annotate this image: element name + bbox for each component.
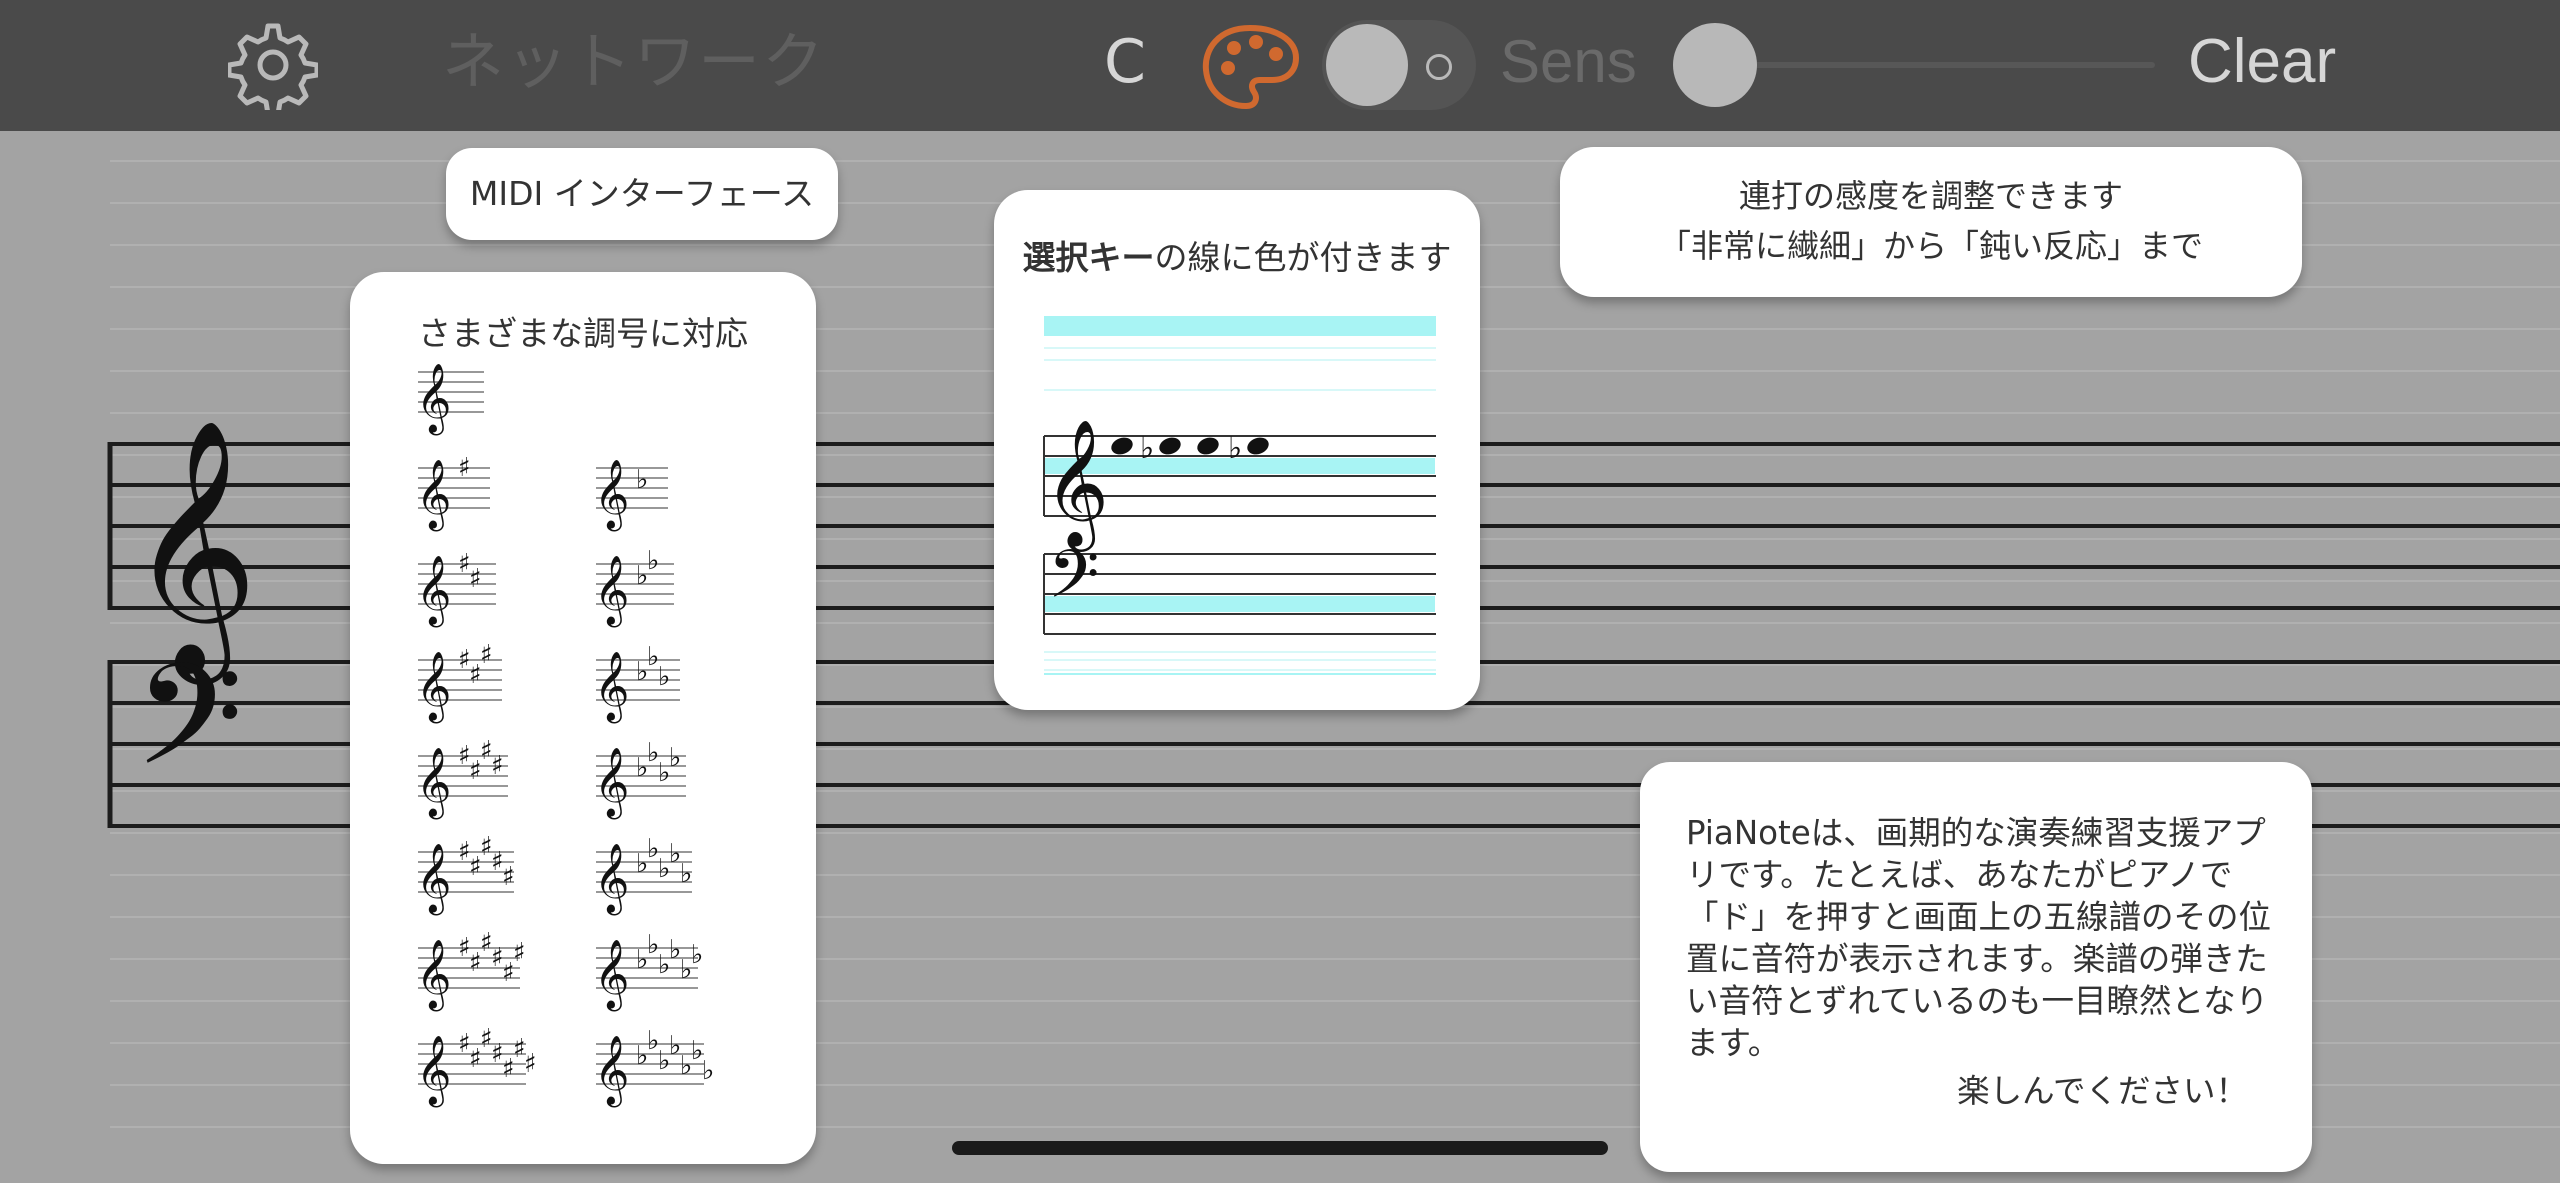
mini-treble-clef-icon: 𝄞 xyxy=(416,459,451,531)
sharp-icon: ♯ xyxy=(458,453,471,483)
clear-button[interactable]: Clear xyxy=(2188,24,2336,100)
info-callout-body: PiaNoteは、画期的な演奏練習支援アプリです。たとえば、あなたがピアノで「ド… xyxy=(1686,814,2272,1062)
treble-clef-icon: 𝄞 xyxy=(1044,418,1109,552)
flat-icon: ♭ xyxy=(1228,431,1242,466)
flat-icon: ♭ xyxy=(702,1056,714,1086)
note-head xyxy=(1111,437,1133,455)
sharp-icon: ♯ xyxy=(469,564,482,594)
bass-clef-icon: 𝄢 xyxy=(1048,536,1099,629)
sensitivity-slider-knob[interactable] xyxy=(1673,23,1757,107)
sharp-icon: ♯ xyxy=(524,1049,537,1079)
mini-treble-clef-icon: 𝄞 xyxy=(416,939,451,1011)
key-signature-grid: 𝄞𝄞 ♯𝄞 ♯♯𝄞 ♯♯♯𝄞 ♯♯♯♯𝄞 ♯♯♯♯♯𝄞 ♯♯♯♯♯♯𝄞 ♯♯♯♯♯♯♯𝄞 ♭𝄞 ♭… xyxy=(416,363,714,1107)
gear-icon[interactable] xyxy=(228,20,318,110)
flat-icon: ♭ xyxy=(680,859,692,889)
color-toggle[interactable] xyxy=(1322,20,1476,110)
flat-icon: ♭ xyxy=(636,465,648,495)
mini-treble-clef-icon: 𝄞 xyxy=(416,363,451,435)
colored-staff-example: 𝄞𝄢 ♭ ♭ xyxy=(1043,316,1436,675)
toggle-off-indicator xyxy=(1426,54,1452,80)
home-indicator[interactable] xyxy=(952,1141,1608,1155)
mini-treble-clef-icon: 𝄞 xyxy=(594,939,629,1011)
mini-treble-clef-icon: 𝄞 xyxy=(416,747,451,819)
highlighted-line xyxy=(1044,316,1436,336)
info-callout: PiaNoteは、画期的な演奏練習支援アプリです。たとえば、あなたがピアノで「ド… xyxy=(1640,762,2312,1172)
info-callout-closing: 楽しんでください！ xyxy=(1957,1072,2248,1110)
mini-treble-clef-icon: 𝄞 xyxy=(594,747,629,819)
palette-icon[interactable] xyxy=(1200,22,1302,112)
flat-icon: ♭ xyxy=(669,743,681,773)
sensitivity-callout-text: 連打の感度を調整できます 「非常に繊細」から「鈍い反応」まで xyxy=(1560,171,2302,271)
note-head xyxy=(1197,437,1219,455)
mini-treble-clef-icon: 𝄞 xyxy=(594,1035,629,1107)
top-toolbar: ネットワーク C Sens Clear xyxy=(0,0,2560,131)
mini-treble-clef-icon: 𝄞 xyxy=(594,555,629,627)
sensitivity-slider-track[interactable] xyxy=(1720,62,2155,68)
mini-treble-clef-icon: 𝄞 xyxy=(594,843,629,915)
sensitivity-line-2: 「非常に繊細」から「鈍い反応」まで xyxy=(1658,227,2203,265)
flat-icon: ♭ xyxy=(658,662,670,692)
key-select-button[interactable]: C xyxy=(1104,24,1146,100)
mini-treble-clef-icon: 𝄞 xyxy=(594,651,629,723)
color-callout: 選択キーの線に色が付きます 𝄞 𝄢 ♭ ♭ xyxy=(994,190,1480,710)
flat-icon: ♭ xyxy=(647,546,659,576)
sensitivity-callout: 連打の感度を調整できます 「非常に繊細」から「鈍い反応」まで xyxy=(1560,147,2302,297)
toggle-knob xyxy=(1326,24,1408,106)
sharp-icon: ♯ xyxy=(502,862,515,892)
mini-treble-clef-icon: 𝄞 xyxy=(594,459,629,531)
note-head xyxy=(1159,437,1181,455)
key-signatures-callout: さまざまな調号に対応 𝄞 𝄞 ♯ 𝄞 ♯ ♯ 𝄞 ♯ ♯ ♯ 𝄞 ♯ ♯ ♯ ♯ 𝄞 ♯ ♯ ♯ ♯ ♯ 𝄞 ♯ ♯ ♯ ♯ ♯ ♯ 𝄞… xyxy=(350,272,816,1164)
flat-icon: ♭ xyxy=(691,940,703,970)
flat-icon: ♭ xyxy=(1140,431,1154,466)
sens-label: Sens xyxy=(1500,28,1637,95)
sharp-icon: ♯ xyxy=(480,640,493,670)
network-button[interactable]: ネットワーク xyxy=(442,22,826,102)
sensitivity-line-1: 連打の感度を調整できます xyxy=(1738,177,2123,215)
mini-treble-clef-icon: 𝄞 xyxy=(416,843,451,915)
midi-callout: MIDI インターフェース xyxy=(446,148,838,240)
note-head xyxy=(1247,437,1269,455)
sharp-icon: ♯ xyxy=(513,938,526,968)
highlighted-line xyxy=(1045,596,1435,612)
bass-clef-icon: 𝄢 xyxy=(134,634,243,832)
midi-callout-text: MIDI インターフェース xyxy=(469,174,815,213)
mini-treble-clef-icon: 𝄞 xyxy=(416,651,451,723)
mini-treble-clef-icon: 𝄞 xyxy=(416,555,451,627)
sharp-icon: ♯ xyxy=(491,751,504,781)
mini-treble-clef-icon: 𝄞 xyxy=(416,1035,451,1107)
